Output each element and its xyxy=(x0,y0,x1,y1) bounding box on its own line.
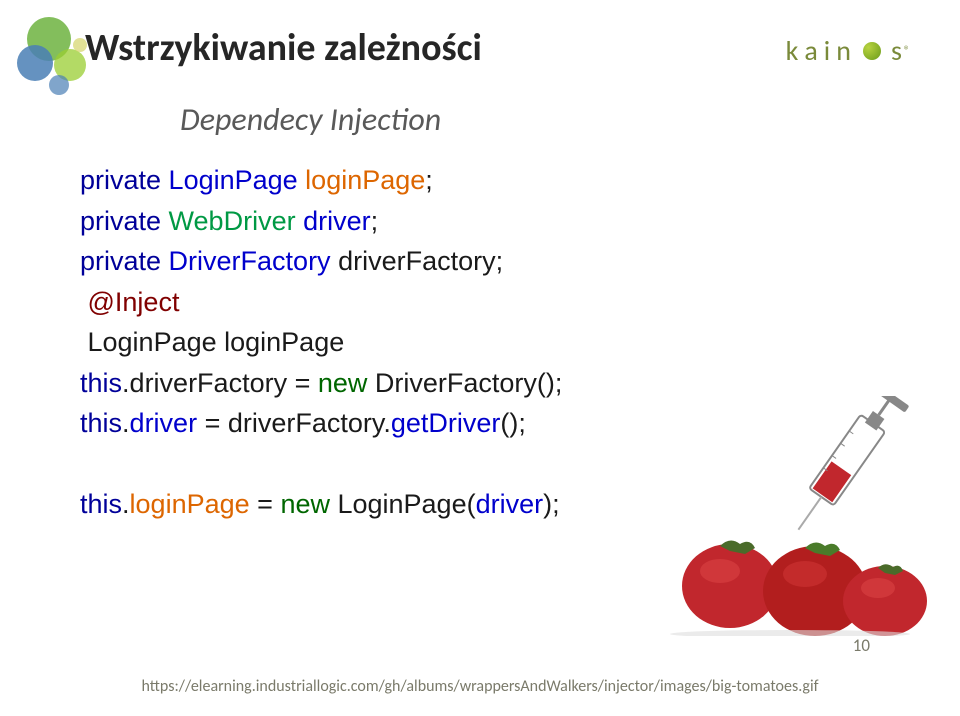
slide-header: Wstrzykiwanie zależności k a i n s ® xyxy=(85,25,910,71)
page-number: 10 xyxy=(853,635,870,656)
logo-letter-n: n xyxy=(836,33,853,68)
slide-subtitle: Dependecy Injection xyxy=(180,100,441,139)
code-line-3: private DriverFactory driverFactory; xyxy=(80,241,562,282)
code-line-7: this.driver = driverFactory.getDriver(); xyxy=(80,403,562,444)
code-line-blank xyxy=(80,444,562,485)
registered-icon: ® xyxy=(904,44,910,58)
code-line-8: this.loginPage = new LoginPage(driver); xyxy=(80,484,562,525)
logo-letter-s: s xyxy=(891,33,904,68)
footer-url: https://elearning.industriallogic.com/gh… xyxy=(142,677,819,696)
logo-letter-i: i xyxy=(824,33,832,68)
kainos-logo: k a i n s ® xyxy=(786,25,910,68)
logo-letter-k: k xyxy=(786,33,801,68)
code-line-5: LoginPage loginPage xyxy=(80,322,562,363)
logo-letter-a: a xyxy=(804,33,819,68)
code-block: private LoginPage loginPage; private Web… xyxy=(80,160,562,525)
code-line-6: this.driverFactory = new DriverFactory()… xyxy=(80,363,562,404)
footer: https://elearning.industriallogic.com/gh… xyxy=(0,677,960,696)
code-line-2: private WebDriver driver; xyxy=(80,201,562,242)
slide-title: Wstrzykiwanie zależności xyxy=(85,25,482,71)
tomato-syringe-image xyxy=(660,396,930,636)
code-line-4: @Inject xyxy=(80,282,562,323)
code-line-1: private LoginPage loginPage; xyxy=(80,160,562,201)
logo-dot-icon xyxy=(863,42,881,60)
